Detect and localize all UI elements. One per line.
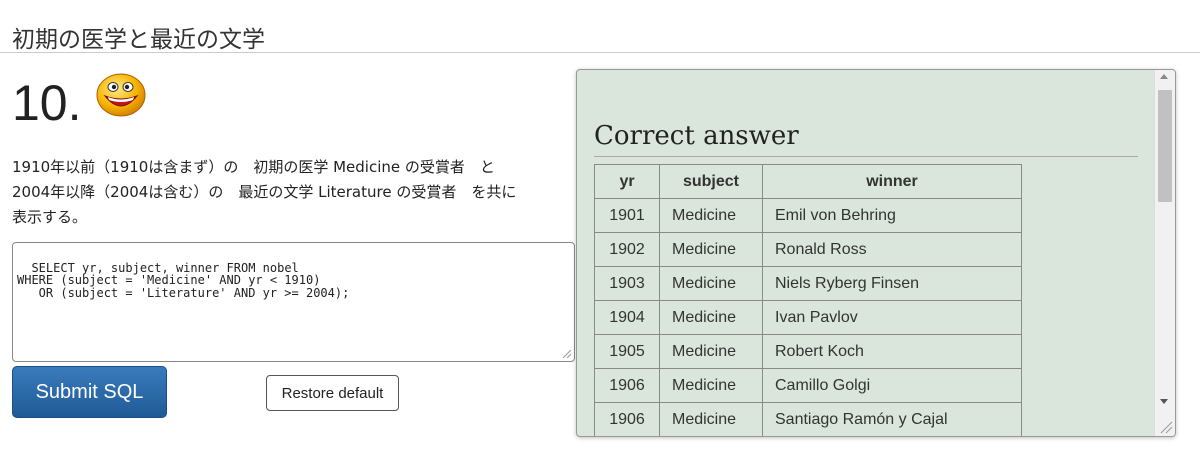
answer-divider [594, 156, 1138, 157]
question-line: 表示する。 [12, 208, 88, 226]
smiley-icon [96, 73, 146, 117]
sql-editor[interactable]: SELECT yr, subject, winner FROM nobel WH… [12, 242, 575, 362]
table-row: 1901 Medicine Emil von Behring [594, 198, 1022, 233]
cell-yr: 1901 [594, 198, 660, 233]
cell-yr: 1905 [594, 334, 660, 369]
resize-grip-icon[interactable] [563, 350, 571, 358]
table-row: 1906 Medicine Camillo Golgi [594, 368, 1022, 403]
cell-subject: Medicine [659, 198, 763, 233]
question-text: 1910年以前（1910は含まず）の 初期の医学 Medicine の受賞者 と… [12, 155, 572, 230]
table-row: 1905 Medicine Robert Koch [594, 334, 1022, 369]
cell-yr: 1903 [594, 266, 660, 301]
cell-yr: 1902 [594, 232, 660, 267]
column-header: subject [659, 164, 763, 199]
table-row: 1904 Medicine Ivan Pavlov [594, 300, 1022, 335]
scroll-thumb[interactable] [1158, 90, 1172, 202]
column-header: yr [594, 164, 660, 199]
scroll-down-arrow-icon[interactable] [1160, 399, 1168, 404]
column-header: winner [762, 164, 1022, 199]
table-row: 1906 Medicine Santiago Ramón y Cajal [594, 402, 1022, 436]
question-line: 2004年以降（2004は含む）の 最近の文学 Literature の受賞者 … [12, 183, 517, 201]
cell-yr: 1906 [594, 368, 660, 403]
cell-subject: Medicine [659, 402, 763, 436]
cell-winner: Ronald Ross [762, 232, 1022, 267]
page-title: 初期の医学と最近の文学 [12, 27, 265, 53]
answer-table: yr subject winner 1901 Medicine Emil von… [594, 164, 1022, 436]
cell-winner: Robert Koch [762, 334, 1022, 369]
sql-editor-text[interactable]: SELECT yr, subject, winner FROM nobel WH… [17, 261, 349, 300]
title-divider [0, 52, 1200, 53]
cell-winner: Emil von Behring [762, 198, 1022, 233]
cell-winner: Niels Ryberg Finsen [762, 266, 1022, 301]
cell-subject: Medicine [659, 368, 763, 403]
cell-subject: Medicine [659, 232, 763, 267]
cell-subject: Medicine [659, 300, 763, 335]
cell-winner: Camillo Golgi [762, 368, 1022, 403]
restore-default-button[interactable]: Restore default [266, 375, 399, 411]
scroll-up-arrow-icon[interactable] [1160, 74, 1168, 79]
cell-subject: Medicine [659, 266, 763, 301]
question-number: 10. [12, 75, 82, 131]
cell-yr: 1906 [594, 402, 660, 436]
table-row: 1903 Medicine Niels Ryberg Finsen [594, 266, 1022, 301]
table-row: 1902 Medicine Ronald Ross [594, 232, 1022, 267]
question-line: 1910年以前（1910は含まず）の 初期の医学 Medicine の受賞者 と [12, 158, 495, 176]
cell-subject: Medicine [659, 334, 763, 369]
table-header-row: yr subject winner [594, 164, 1022, 199]
answer-scrollbar[interactable] [1154, 70, 1175, 436]
cell-winner: Santiago Ramón y Cajal [762, 402, 1022, 436]
answer-panel[interactable]: Correct answer yr subject winner 1901 Me… [576, 69, 1176, 437]
submit-sql-button[interactable]: Submit SQL [12, 366, 167, 418]
cell-yr: 1904 [594, 300, 660, 335]
answer-heading: Correct answer [594, 121, 799, 151]
cell-winner: Ivan Pavlov [762, 300, 1022, 335]
resize-grip-icon[interactable] [1159, 420, 1173, 434]
